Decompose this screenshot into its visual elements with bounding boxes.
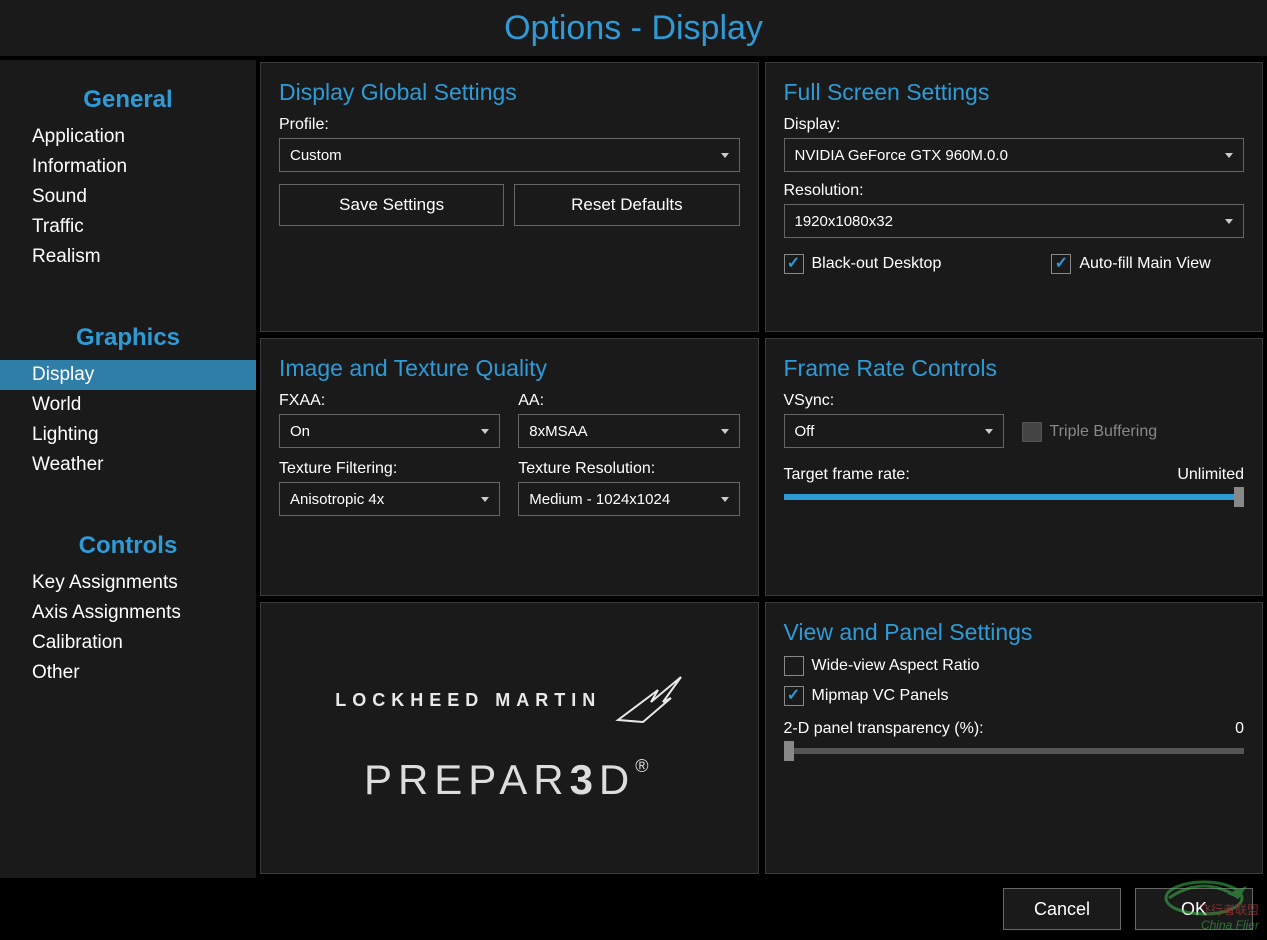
star-icon — [613, 672, 683, 728]
prepar3d-logo: PREPAR3D® — [364, 756, 655, 804]
resolution-label: Resolution: — [784, 182, 1245, 200]
header: Options - Display — [0, 0, 1267, 58]
aa-select[interactable]: 8xMSAA — [518, 414, 739, 448]
sidebar: General Application Information Sound Tr… — [0, 58, 256, 878]
texture-filtering-value: Anisotropic 4x — [290, 491, 384, 508]
main-content: Display Global Settings Profile: Custom … — [256, 58, 1267, 878]
autofill-main-view-label: Auto-fill Main View — [1079, 255, 1210, 273]
autofill-main-view-checkbox[interactable] — [1051, 254, 1071, 274]
footer: Cancel OK — [0, 878, 1267, 940]
sidebar-group-controls: Controls — [0, 524, 256, 568]
fxaa-value: On — [290, 423, 310, 440]
vsync-value: Off — [795, 423, 815, 440]
sidebar-item-weather[interactable]: Weather — [0, 450, 256, 480]
transparency-slider[interactable] — [784, 748, 1245, 754]
target-frame-rate-value: Unlimited — [1177, 466, 1244, 484]
fxaa-label: FXAA: — [279, 392, 500, 410]
caret-down-icon — [721, 497, 729, 502]
sidebar-item-sound[interactable]: Sound — [0, 182, 256, 212]
sidebar-item-display[interactable]: Display — [0, 360, 256, 390]
sidebar-item-world[interactable]: World — [0, 390, 256, 420]
target-frame-rate-slider[interactable] — [784, 494, 1245, 500]
wide-view-checkbox[interactable] — [784, 656, 804, 676]
page-title: Options - Display — [504, 9, 763, 48]
panel-title-fullscreen: Full Screen Settings — [784, 79, 1245, 106]
slider-thumb-icon[interactable] — [1234, 487, 1244, 507]
sidebar-item-other[interactable]: Other — [0, 658, 256, 688]
body: General Application Information Sound Tr… — [0, 58, 1267, 878]
caret-down-icon — [985, 429, 993, 434]
sidebar-item-calibration[interactable]: Calibration — [0, 628, 256, 658]
sidebar-item-information[interactable]: Information — [0, 152, 256, 182]
save-settings-button[interactable]: Save Settings — [279, 184, 504, 226]
slider-thumb-icon[interactable] — [784, 741, 794, 761]
panel-view-settings: View and Panel Settings Wide-view Aspect… — [765, 602, 1264, 874]
sidebar-item-key-assignments[interactable]: Key Assignments — [0, 568, 256, 598]
transparency-label: 2-D panel transparency (%): — [784, 720, 984, 738]
vsync-select[interactable]: Off — [784, 414, 1004, 448]
display-select[interactable]: NVIDIA GeForce GTX 960M.0.0 — [784, 138, 1245, 172]
sidebar-item-realism[interactable]: Realism — [0, 242, 256, 272]
mipmap-vc-label: Mipmap VC Panels — [812, 687, 949, 705]
resolution-select[interactable]: 1920x1080x32 — [784, 204, 1245, 238]
display-label: Display: — [784, 116, 1245, 134]
panel-image-quality: Image and Texture Quality FXAA: On AA: 8… — [260, 338, 759, 596]
panel-title-view-settings: View and Panel Settings — [784, 619, 1245, 646]
caret-down-icon — [721, 153, 729, 158]
sidebar-item-lighting[interactable]: Lighting — [0, 420, 256, 450]
panel-title-global: Display Global Settings — [279, 79, 740, 106]
profile-value: Custom — [290, 147, 342, 164]
ok-button[interactable]: OK — [1135, 888, 1253, 930]
display-value: NVIDIA GeForce GTX 960M.0.0 — [795, 147, 1008, 164]
transparency-value: 0 — [1235, 720, 1244, 738]
texture-resolution-value: Medium - 1024x1024 — [529, 491, 670, 508]
panel-title-image-quality: Image and Texture Quality — [279, 355, 740, 382]
texture-filtering-label: Texture Filtering: — [279, 460, 500, 478]
lockheed-martin-text: LOCKHEED MARTIN — [335, 690, 601, 711]
panel-fullscreen: Full Screen Settings Display: NVIDIA GeF… — [765, 62, 1264, 332]
profile-label: Profile: — [279, 116, 740, 134]
cancel-button[interactable]: Cancel — [1003, 888, 1121, 930]
sidebar-item-traffic[interactable]: Traffic — [0, 212, 256, 242]
prepar3d-prefix: PREPAR — [364, 756, 570, 803]
sidebar-item-application[interactable]: Application — [0, 122, 256, 152]
texture-resolution-select[interactable]: Medium - 1024x1024 — [518, 482, 739, 516]
caret-down-icon — [1225, 219, 1233, 224]
wide-view-label: Wide-view Aspect Ratio — [812, 657, 980, 675]
triple-buffering-label: Triple Buffering — [1050, 423, 1158, 441]
panel-frame-rate: Frame Rate Controls VSync: Off Triple Bu… — [765, 338, 1264, 596]
sidebar-group-general: General — [0, 78, 256, 122]
blackout-desktop-label: Black-out Desktop — [812, 255, 942, 273]
target-frame-rate-label: Target frame rate: — [784, 466, 910, 484]
triple-buffering-checkbox — [1022, 422, 1042, 442]
panel-global-settings: Display Global Settings Profile: Custom … — [260, 62, 759, 332]
texture-resolution-label: Texture Resolution: — [518, 460, 739, 478]
caret-down-icon — [1225, 153, 1233, 158]
aa-value: 8xMSAA — [529, 423, 587, 440]
lockheed-martin-logo: LOCKHEED MARTIN — [335, 672, 683, 728]
registered-icon: ® — [635, 756, 654, 776]
panel-title-frame-rate: Frame Rate Controls — [784, 355, 1245, 382]
profile-select[interactable]: Custom — [279, 138, 740, 172]
caret-down-icon — [481, 429, 489, 434]
sidebar-item-axis-assignments[interactable]: Axis Assignments — [0, 598, 256, 628]
vsync-label: VSync: — [784, 392, 1004, 410]
mipmap-vc-checkbox[interactable] — [784, 686, 804, 706]
panel-logo: LOCKHEED MARTIN PREPAR3D® — [260, 602, 759, 874]
texture-filtering-select[interactable]: Anisotropic 4x — [279, 482, 500, 516]
resolution-value: 1920x1080x32 — [795, 213, 893, 230]
reset-defaults-button[interactable]: Reset Defaults — [514, 184, 739, 226]
aa-label: AA: — [518, 392, 739, 410]
fxaa-select[interactable]: On — [279, 414, 500, 448]
prepar3d-digit: 3 — [570, 756, 599, 803]
sidebar-group-graphics: Graphics — [0, 316, 256, 360]
caret-down-icon — [721, 429, 729, 434]
caret-down-icon — [481, 497, 489, 502]
prepar3d-suffix: D — [599, 756, 635, 803]
blackout-desktop-checkbox[interactable] — [784, 254, 804, 274]
